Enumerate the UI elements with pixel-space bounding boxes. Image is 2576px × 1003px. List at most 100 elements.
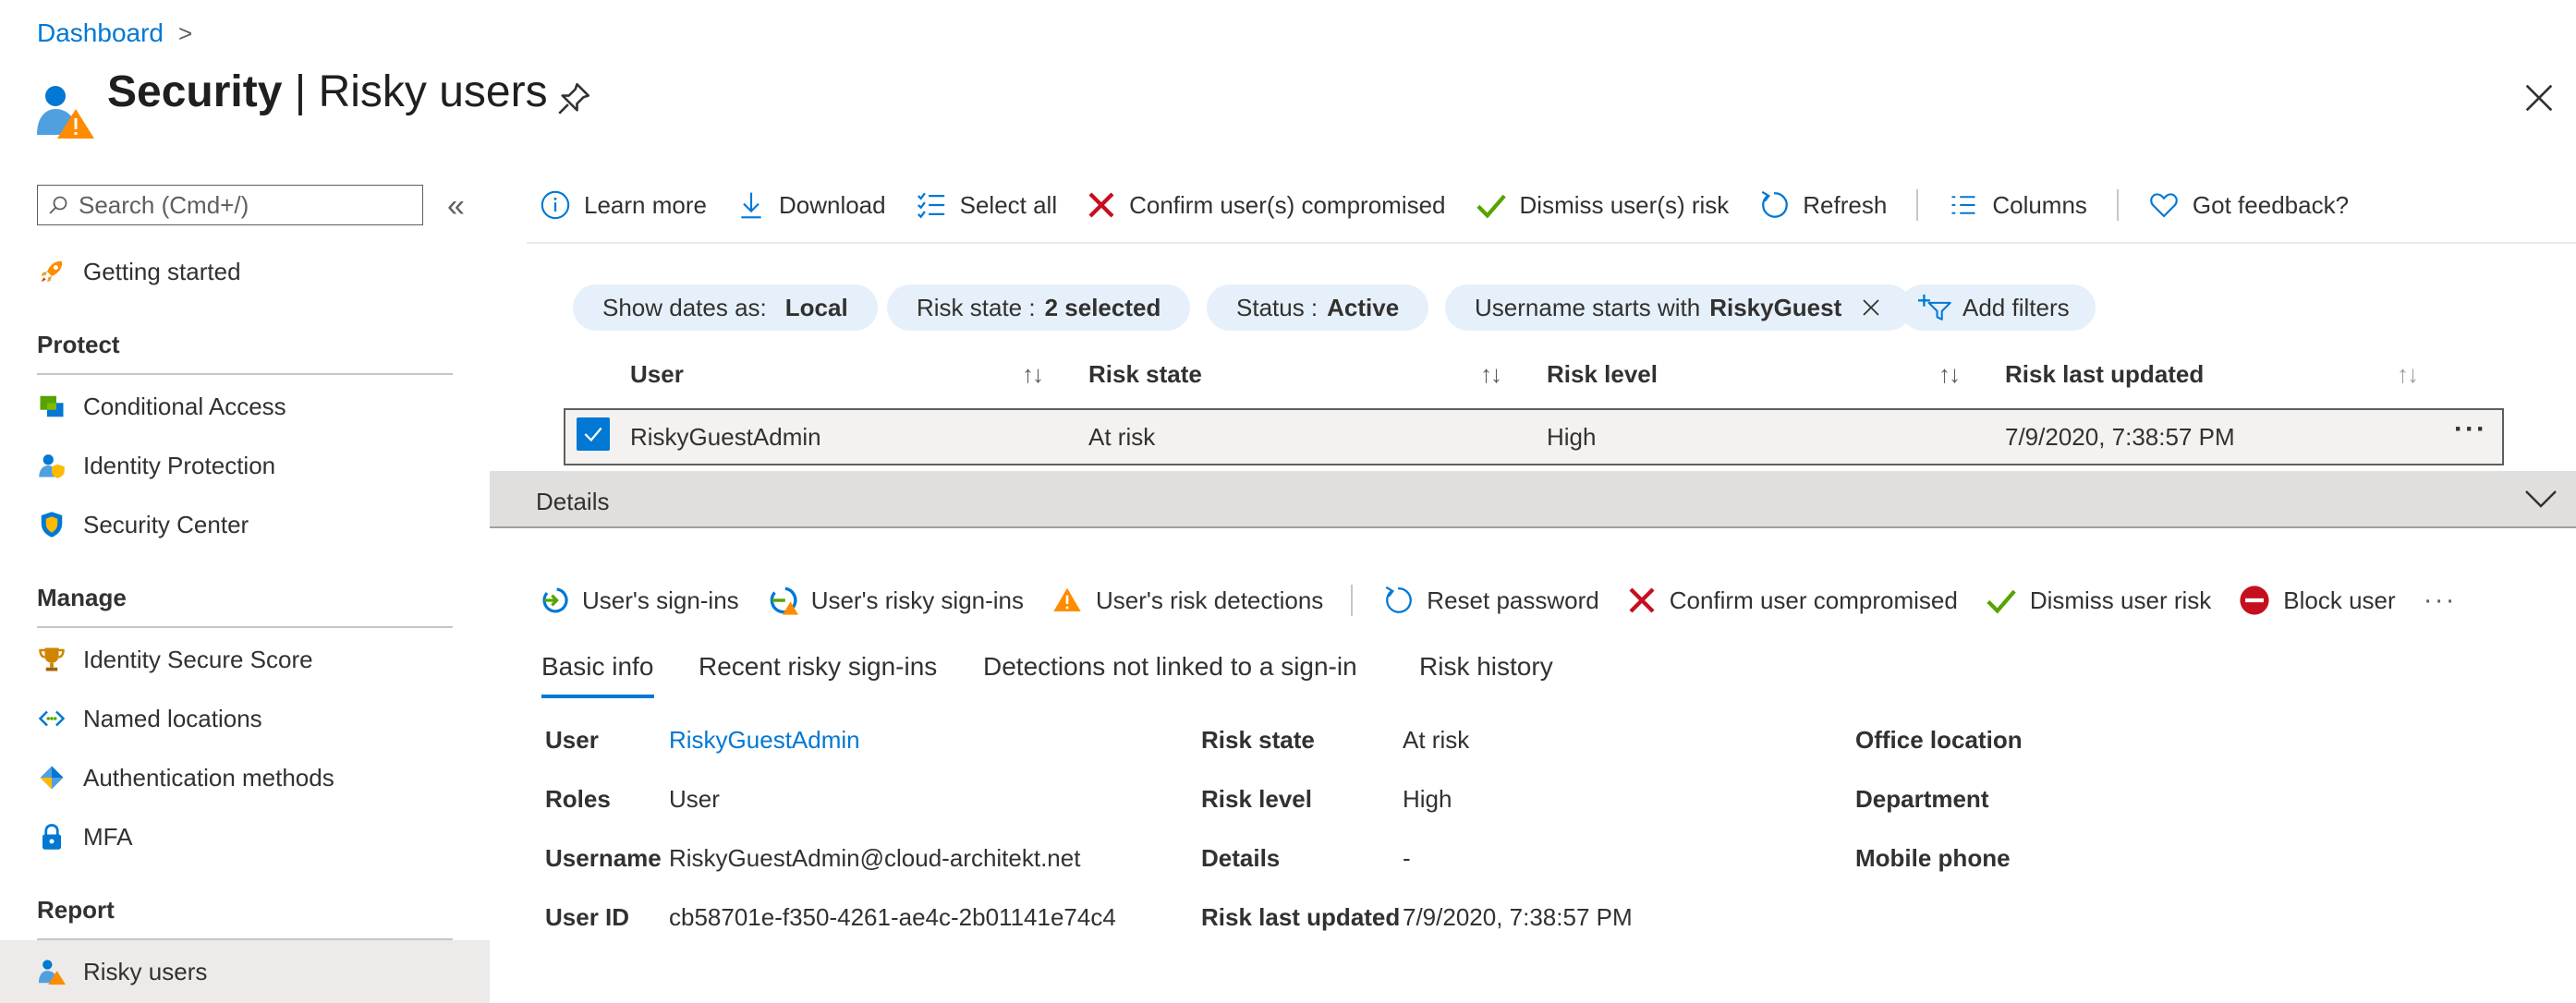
block-user-label: Block user <box>2283 586 2396 614</box>
sort-icon[interactable]: ↑↓ <box>1480 360 1502 389</box>
column-header-risk-level[interactable]: Risk level <box>1547 360 1658 389</box>
download-icon <box>741 192 761 219</box>
filter-pill-dates[interactable]: Show dates as: Local <box>573 284 878 331</box>
tab-basic-info[interactable]: Basic info <box>541 652 653 682</box>
select-all-button[interactable]: Select all <box>916 189 1058 221</box>
dismiss-risk-button[interactable]: Dismiss user(s) risk <box>1476 189 1730 221</box>
user-id-value: cb58701e-f350-4261-ae4c-2b01141e74c4 <box>669 903 1116 931</box>
collapse-sidebar-icon[interactable]: « <box>447 188 465 224</box>
refresh-button[interactable]: Refresh <box>1758 189 1887 221</box>
column-header-risk-state[interactable]: Risk state <box>1088 360 1202 389</box>
filter-pill-status[interactable]: Status : Active <box>1207 284 1429 331</box>
user-sign-ins-label: User's sign-ins <box>582 586 739 614</box>
reset-password-label: Reset password <box>1427 586 1599 614</box>
checkmark-icon <box>584 427 602 442</box>
sidebar-item-label: Named locations <box>83 704 262 732</box>
sidebar-item-mfa[interactable]: MFA <box>37 816 132 857</box>
cell-user: RiskyGuestAdmin <box>630 423 821 451</box>
details-field-label: Details <box>1201 844 1281 872</box>
risk-state-label: Risk state <box>1201 726 1315 754</box>
user-id-label: User ID <box>545 903 630 931</box>
sidebar-item-conditional-access[interactable]: Conditional Access <box>37 386 286 427</box>
chevron-down-icon[interactable] <box>2522 484 2559 512</box>
column-header-user[interactable]: User <box>630 360 684 389</box>
sidebar-item-authentication-methods[interactable]: Authentication methods <box>37 757 334 798</box>
remove-filter-icon[interactable] <box>1860 296 1882 319</box>
tab-detections-not-linked[interactable]: Detections not linked to a sign-in <box>983 652 1357 682</box>
pin-icon[interactable] <box>554 79 593 118</box>
refresh-icon <box>1761 190 1789 218</box>
sidebar-item-label: Identity Secure Score <box>83 645 313 673</box>
breadcrumb-dashboard-link[interactable]: Dashboard <box>37 18 164 48</box>
reset-password-button[interactable]: Reset password <box>1382 585 1599 616</box>
confirm-compromised-button[interactable]: Confirm user(s) compromised <box>1087 190 1446 220</box>
risk-last-updated-label: Risk last updated <box>1201 903 1401 931</box>
rocket-icon <box>37 257 67 286</box>
close-icon[interactable] <box>2521 79 2558 116</box>
sidebar-section-manage: Manage <box>37 584 127 611</box>
select-all-icon <box>917 192 944 219</box>
details-field-value: - <box>1403 844 1411 872</box>
breadcrumb: Dashboard > <box>37 18 192 48</box>
shield-icon <box>37 510 67 539</box>
add-filters-label: Add filters <box>1962 293 2070 321</box>
columns-button[interactable]: Columns <box>1948 191 2087 220</box>
checkmark-icon <box>1476 194 1506 219</box>
sidebar-item-label: MFA <box>83 822 133 851</box>
risk-last-updated-value: 7/9/2020, 7:38:57 PM <box>1403 903 1633 931</box>
sort-icon[interactable]: ↑↓ <box>2397 360 2419 389</box>
confirm-compromised-label: Confirm user(s) compromised <box>1129 190 1446 219</box>
filter-pill-risk-state[interactable]: Risk state : 2 selected <box>887 284 1191 331</box>
lock-icon <box>37 822 67 852</box>
named-locations-icon <box>37 704 67 733</box>
row-checkbox[interactable] <box>577 417 610 451</box>
sidebar-item-identity-protection[interactable]: Identity Protection <box>37 445 275 486</box>
sort-icon[interactable]: ↑↓ <box>1022 360 1044 389</box>
user-link[interactable]: RiskyGuestAdmin <box>669 726 860 755</box>
sidebar-item-getting-started[interactable]: Getting started <box>37 251 241 292</box>
tab-recent-risky-sign-ins[interactable]: Recent risky sign-ins <box>699 652 937 682</box>
dismiss-risk-label: Dismiss user(s) risk <box>1519 190 1730 219</box>
x-icon <box>1088 192 1114 218</box>
user-risk-detections-button[interactable]: User's risk detections <box>1051 586 1323 615</box>
details-label: Details <box>536 488 610 515</box>
tab-risk-history[interactable]: Risk history <box>1419 652 1553 682</box>
more-options-button[interactable]: ··· <box>2424 585 2457 616</box>
dismiss-user-risk-label: Dismiss user risk <box>2029 586 2212 614</box>
sign-in-icon <box>542 587 568 613</box>
block-icon <box>2240 586 2269 615</box>
dismiss-user-risk-button[interactable]: Dismiss user risk <box>1986 585 2211 616</box>
filter-dates-value: Local <box>784 293 848 321</box>
user-risky-sign-ins-button[interactable]: User's risky sign-ins <box>767 585 1024 616</box>
sidebar-item-risky-users[interactable]: Risky users <box>37 951 207 992</box>
filter-username-label: Username starts with <box>1475 293 1701 321</box>
sort-icon[interactable]: ↑↓ <box>1938 360 1961 389</box>
sidebar-item-named-locations[interactable]: Named locations <box>37 698 262 739</box>
learn-more-button[interactable]: Learn more <box>540 189 707 221</box>
user-sign-ins-button[interactable]: User's sign-ins <box>540 586 739 615</box>
search-placeholder: Search (Cmd+/) <box>79 190 249 219</box>
details-pane-header[interactable] <box>490 471 2576 528</box>
more-options-icon: ··· <box>2423 585 2457 615</box>
column-header-risk-last-updated[interactable]: Risk last updated <box>2005 360 2204 389</box>
sidebar-item-label: Risky users <box>83 957 208 985</box>
sidebar-item-label: Identity Protection <box>83 451 276 479</box>
sidebar-item-label: Getting started <box>83 257 241 285</box>
command-bar: Learn more Download Select all Confirm u… <box>540 185 2378 225</box>
refresh-label: Refresh <box>1803 190 1888 219</box>
filter-pill-username[interactable]: Username starts with RiskyGuest <box>1445 284 1913 331</box>
row-more-options-icon[interactable]: ··· <box>2454 414 2487 445</box>
filter-status-value: Active <box>1327 293 1400 321</box>
page-title-bold: Security <box>107 67 283 116</box>
search-input[interactable]: Search (Cmd+/) <box>37 185 423 225</box>
sidebar-item-identity-secure-score[interactable]: Identity Secure Score <box>37 639 313 680</box>
download-button[interactable]: Download <box>736 189 886 221</box>
feedback-button[interactable]: Got feedback? <box>2148 190 2349 220</box>
add-filters-button[interactable]: Add filters <box>1900 284 2096 331</box>
risk-level-label: Risk level <box>1201 785 1312 813</box>
roles-value: User <box>669 785 720 813</box>
block-user-button[interactable]: Block user <box>2239 585 2396 616</box>
sidebar-item-security-center[interactable]: Security Center <box>37 504 249 545</box>
select-all-label: Select all <box>959 190 1058 219</box>
confirm-user-compromised-button[interactable]: Confirm user compromised <box>1627 586 1958 615</box>
